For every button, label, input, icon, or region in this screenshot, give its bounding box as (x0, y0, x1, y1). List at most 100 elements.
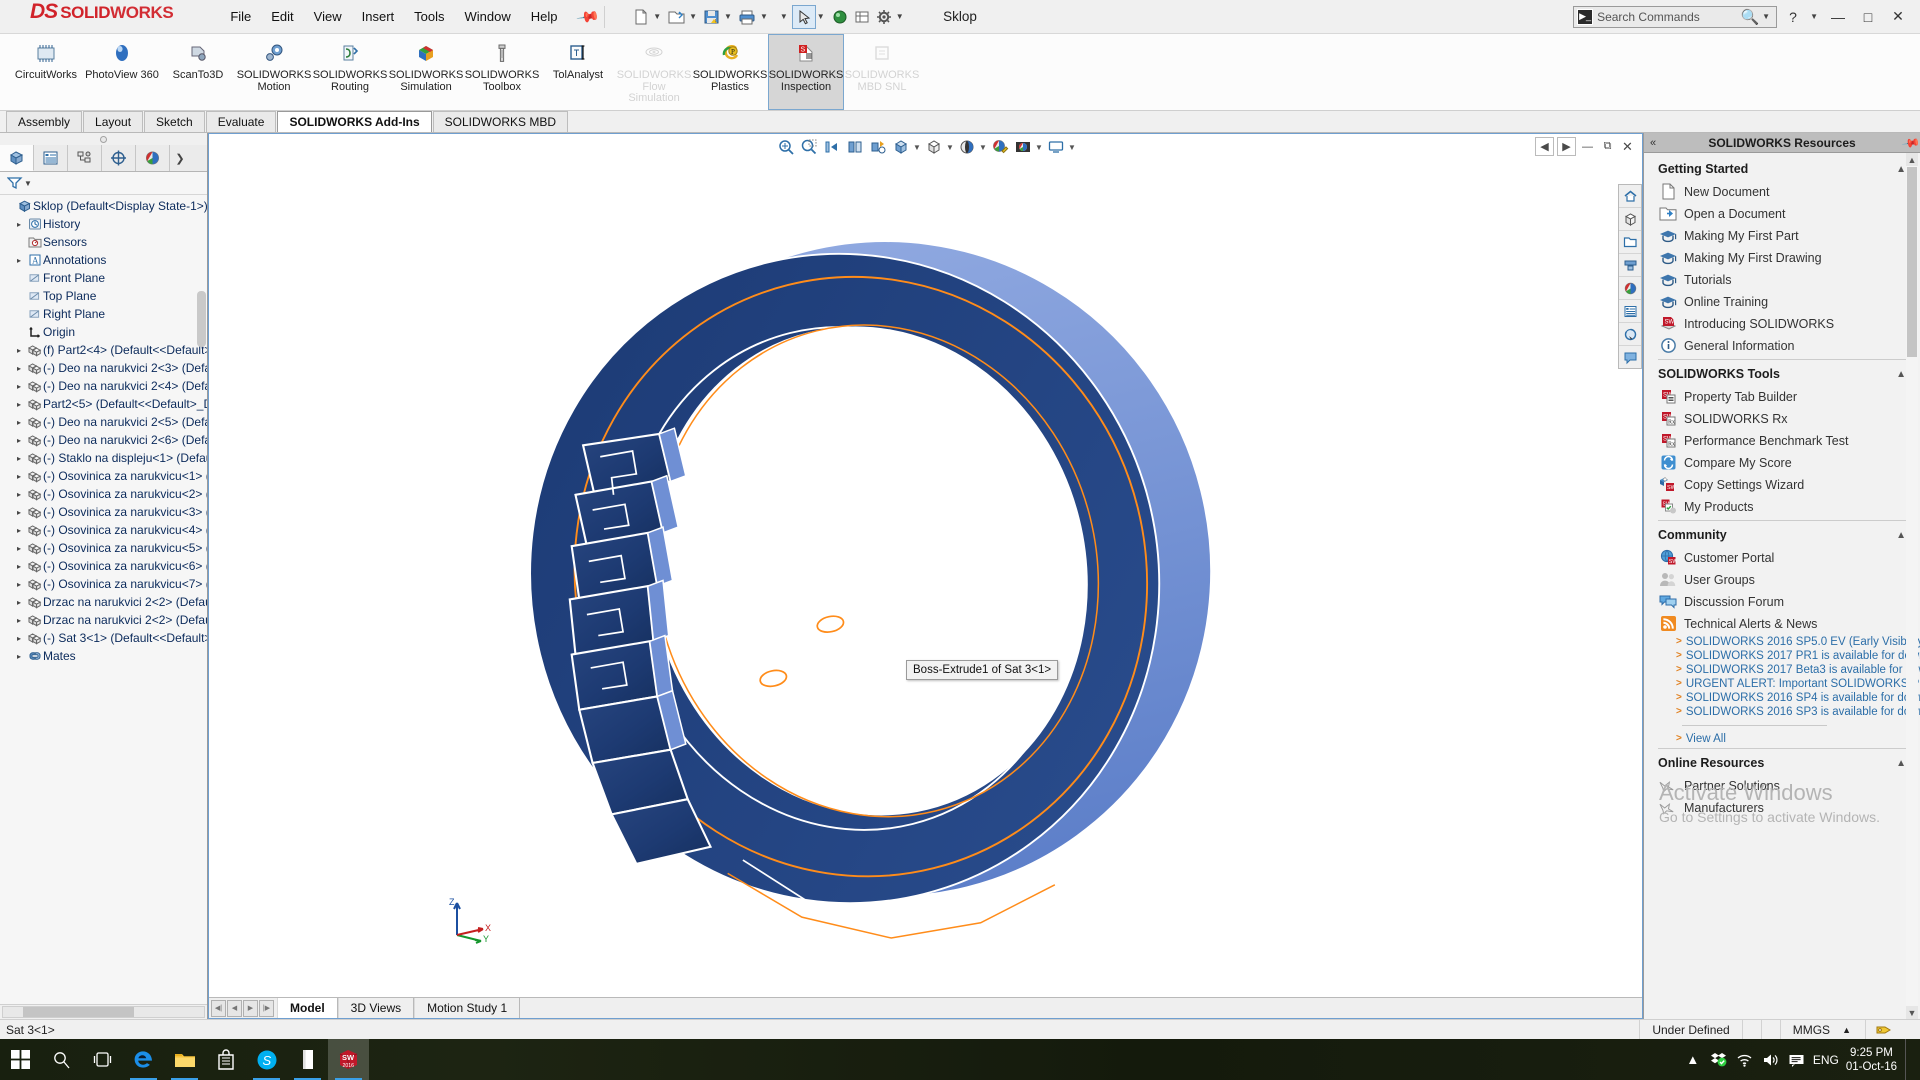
task-pane-link[interactable]: Making My First Drawing (1658, 247, 1908, 269)
chevron-up-icon[interactable]: ▲ (1896, 369, 1906, 380)
property-manager-tab[interactable] (34, 145, 68, 171)
tree-item[interactable]: ▸ (-) Osovinica za narukvicu<5> (Defau (0, 539, 207, 557)
ribbon-circuitworks[interactable]: CircuitWorks (8, 34, 84, 110)
chevron-down-icon[interactable]: ▼ (817, 12, 825, 21)
scrollbar-thumb[interactable] (23, 1007, 134, 1017)
appearances-icon[interactable] (1619, 277, 1641, 300)
chevron-down-icon[interactable]: ▼ (653, 12, 661, 21)
view-settings-icon[interactable] (1045, 136, 1067, 158)
comment-icon[interactable] (1619, 346, 1641, 368)
zoom-to-area-icon[interactable] (798, 136, 820, 158)
tree-item[interactable]: ▸ (-) Osovinica za narukvicu<7> (Defau (0, 575, 207, 593)
tab-assembly[interactable]: Assembly (6, 111, 83, 132)
tree-item[interactable]: Right Plane (0, 305, 207, 323)
scroll-down-button[interactable]: ▼ (1906, 1006, 1918, 1019)
more-tabs-button[interactable]: ❯ (170, 145, 190, 171)
tab-solidworks-mbd[interactable]: SOLIDWORKS MBD (432, 111, 569, 132)
ribbon-solidworks-motion[interactable]: SOLIDWORKS Motion (236, 34, 312, 110)
display-states-icon[interactable] (1619, 300, 1641, 323)
task-pane-scrollbar[interactable]: ▲ ▼ (1906, 153, 1918, 1019)
tree-expand-arrow[interactable]: ▸ (12, 526, 26, 535)
chevron-down-icon[interactable]: ▼ (1762, 12, 1770, 21)
bottom-tab-3d-views[interactable]: 3D Views (337, 998, 415, 1018)
task-pane-section-header[interactable]: Getting Started ▲ (1658, 155, 1908, 181)
menu-tools[interactable]: Tools (405, 5, 453, 28)
chevron-up-icon[interactable]: ▲ (1896, 164, 1906, 175)
ribbon-solidworks-flow-simulation[interactable]: SOLIDWORKS Flow Simulation (616, 34, 692, 110)
menu-file[interactable]: File (221, 5, 260, 28)
tab-evaluate[interactable]: Evaluate (205, 111, 277, 132)
tree-item[interactable]: Sklop (Default<Display State-1>) (0, 197, 207, 215)
tree-item[interactable]: ▸ (-) Deo na narukvici 2<6> (Default<< (0, 431, 207, 449)
feature-tree[interactable]: Sklop (Default<Display State-1>) ▸ History… (0, 195, 207, 1004)
tree-item[interactable]: Top Plane (0, 287, 207, 305)
close-button[interactable]: ✕ (1884, 6, 1912, 28)
task-pane-link[interactable]: User Groups (1658, 569, 1908, 591)
tree-item[interactable]: ▸ (-) Osovinica za narukvicu<4> (Defau (0, 521, 207, 539)
scene-background-icon[interactable] (1012, 136, 1034, 158)
task-pane-section-header[interactable]: SOLIDWORKS Tools ▲ (1658, 359, 1908, 386)
ribbon-photoview-360[interactable]: PhotoView 360 (84, 34, 160, 110)
task-pane-link[interactable]: Manufacturers (1658, 797, 1908, 819)
news-item[interactable]: >URGENT ALERT: Important SOLIDWORKS PDM … (1658, 677, 1920, 691)
task-pane-link[interactable]: Technical Alerts & News (1658, 613, 1908, 635)
view-all-link[interactable]: > View All (1658, 732, 1908, 746)
chevron-down-icon[interactable]: ▼ (724, 12, 732, 21)
tree-expand-arrow[interactable]: ▸ (12, 454, 26, 463)
tree-item[interactable]: Sensors (0, 233, 207, 251)
tree-expand-arrow[interactable]: ▸ (12, 562, 26, 571)
minimize-button[interactable]: — (1824, 6, 1852, 28)
tree-expand-arrow[interactable]: ▸ (12, 616, 26, 625)
task-pane-link[interactable]: Open a Document (1658, 203, 1908, 225)
restore-right-icon[interactable]: ▶ (1557, 137, 1576, 156)
bottom-tab-model[interactable]: Model (277, 998, 338, 1018)
menu-insert[interactable]: Insert (353, 5, 404, 28)
previous-view-icon[interactable] (821, 136, 843, 158)
tree-item[interactable]: ▸ (-) Deo na narukvici 2<4> (Default<< (0, 377, 207, 395)
last-tab-button[interactable]: |▶ (259, 999, 274, 1017)
menu-view[interactable]: View (305, 5, 351, 28)
measure-button[interactable] (829, 6, 851, 28)
tree-item[interactable]: ▸ Drzac na narukvici 2<2> (Default<<Def (0, 593, 207, 611)
help-button[interactable]: ? (1779, 6, 1807, 28)
watch-bracelet-3d-model[interactable] (209, 160, 1642, 997)
tree-item[interactable]: Front Plane (0, 269, 207, 287)
ribbon-scanto3d[interactable]: ScanTo3D (160, 34, 236, 110)
task-pane-link[interactable]: Making My First Part (1658, 225, 1908, 247)
pushpin-icon[interactable]: 📌 (1900, 132, 1920, 154)
ribbon-solidworks-inspection[interactable]: S SOLIDWORKS Inspection (768, 34, 844, 110)
close-icon[interactable]: ✕ (1619, 138, 1636, 155)
hide-show-items-icon[interactable] (923, 136, 945, 158)
chevron-down-icon[interactable]: ▼ (760, 12, 768, 21)
news-item[interactable]: >SOLIDWORKS 2016 SP4 is available for do… (1658, 691, 1920, 705)
bottom-tab-motion-study[interactable]: Motion Study 1 (414, 998, 521, 1018)
view-orientation-icon[interactable] (867, 136, 889, 158)
ribbon-solidworks-simulation[interactable]: SOLIDWORKS Simulation (388, 34, 464, 110)
tree-expand-arrow[interactable]: ▸ (12, 346, 26, 355)
section-view-icon[interactable] (844, 136, 866, 158)
panel-grip[interactable] (0, 133, 207, 145)
double-chevron-left-icon[interactable]: « (1644, 137, 1662, 149)
tab-solidworks-add-ins[interactable]: SOLIDWORKS Add-Ins (277, 111, 432, 132)
language-indicator[interactable]: ENG (1810, 1039, 1842, 1080)
task-pane-link[interactable]: Tutorials (1658, 269, 1908, 291)
show-desktop-button[interactable] (1905, 1039, 1914, 1080)
next-tab-button[interactable]: ▶ (243, 999, 258, 1017)
chevron-down-icon[interactable]: ▼ (979, 143, 988, 152)
apply-scene-icon[interactable] (989, 136, 1011, 158)
tree-expand-arrow[interactable]: ▸ (12, 508, 26, 517)
task-pane-link[interactable]: SWRx Performance Benchmark Test (1658, 430, 1908, 452)
ribbon-solidworks-toolbox[interactable]: SOLIDWORKS Toolbox (464, 34, 540, 110)
taskbar-clock[interactable]: 9:25 PM 01-Oct-16 (1842, 1046, 1905, 1074)
model-canvas[interactable]: Boss-Extrude1 of Sat 3<1> Z Y X (209, 160, 1642, 997)
tree-item[interactable]: ▸ (-) Osovinica za narukvicu<6> (Defau (0, 557, 207, 575)
task-pane-section-header[interactable]: Community ▲ (1658, 520, 1908, 547)
tree-vertical-scrollbar[interactable] (197, 291, 206, 347)
save-button[interactable]: ! (701, 6, 723, 28)
ribbon-solidworks-plastics[interactable]: P SOLIDWORKS Plastics (692, 34, 768, 110)
word-document-icon[interactable] (287, 1039, 328, 1080)
configuration-manager-tab[interactable] (68, 145, 102, 171)
section-properties-button[interactable] (851, 6, 873, 28)
tab-sketch[interactable]: Sketch (144, 111, 205, 132)
status-units[interactable]: MMGS (1779, 1020, 1842, 1039)
